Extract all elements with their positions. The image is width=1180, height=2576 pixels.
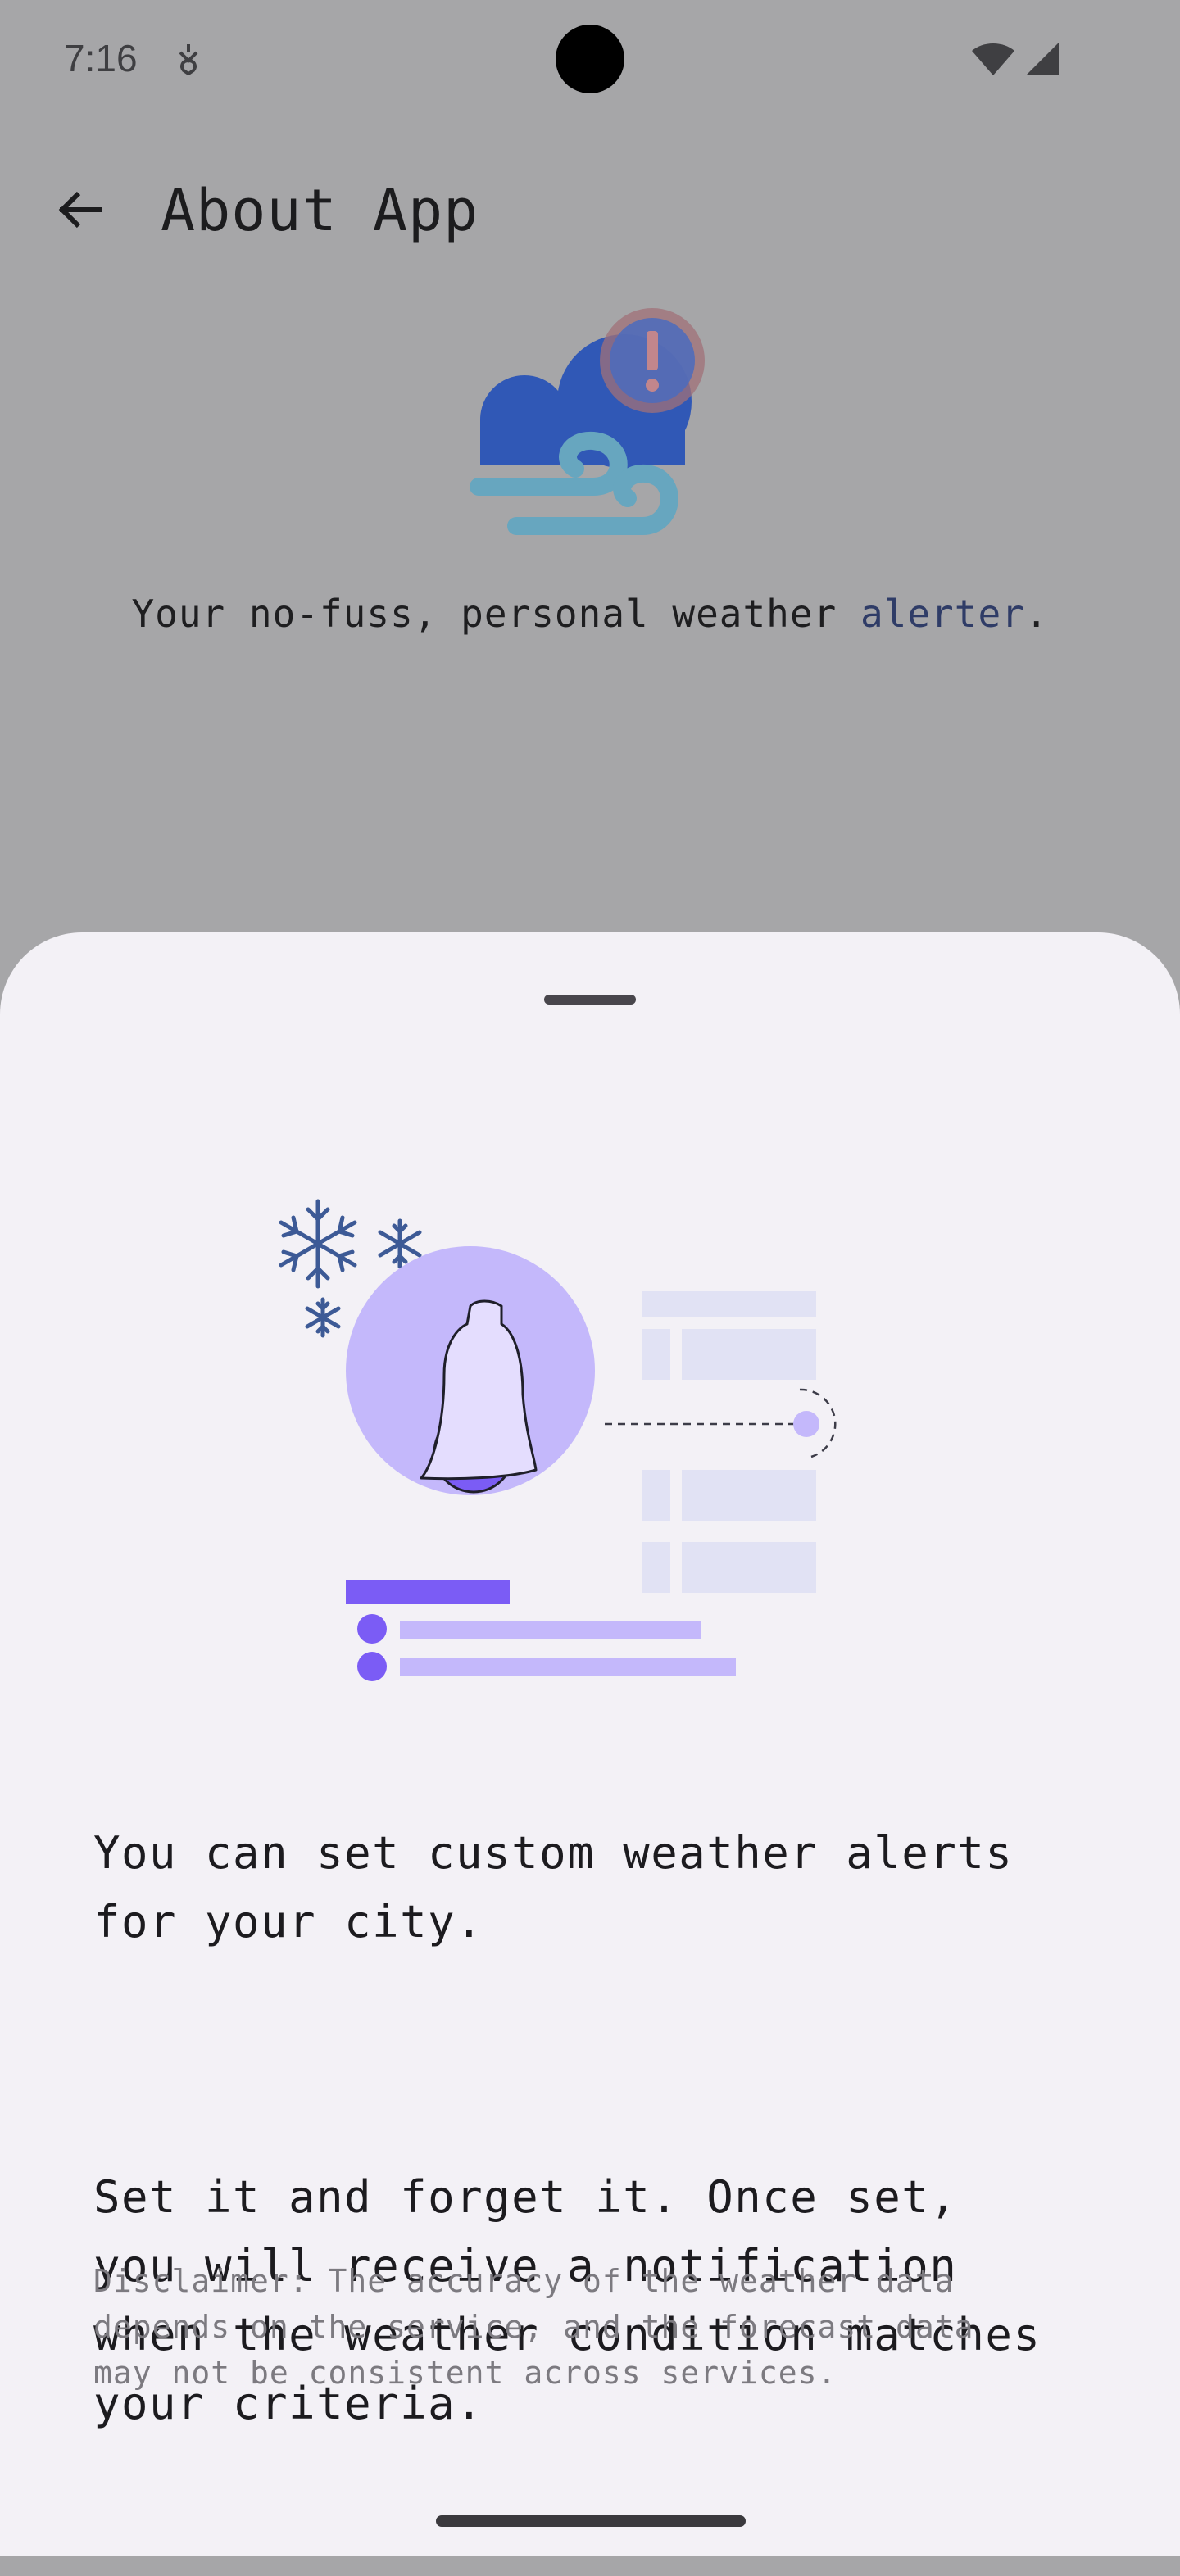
description-paragraph: You can set custom weather alerts for yo…	[93, 1827, 1014, 1948]
bell-alert-illustration	[262, 1113, 852, 1681]
gesture-navigation-bar[interactable]	[436, 2515, 746, 2527]
tagline-accent: alerter	[860, 592, 1025, 636]
arrow-back-icon	[58, 191, 102, 229]
disclaimer-text: Disclaimer: The accuracy of the weather …	[93, 2263, 974, 2391]
app-bar: About App	[0, 156, 1180, 262]
notification-icon	[175, 43, 202, 79]
back-button[interactable]	[41, 170, 120, 249]
drag-handle[interactable]	[544, 995, 636, 1005]
cloud-wind-alert-icon	[470, 297, 716, 546]
signal-icon	[1024, 41, 1060, 80]
tagline-suffix: .	[1024, 592, 1049, 636]
tagline-text: Your no-fuss, personal weather	[131, 592, 860, 636]
feature-description: You can set custom weather alerts for yo…	[93, 1681, 1126, 2576]
bottom-sheet: You can set custom weather alerts for yo…	[0, 932, 1180, 2556]
wifi-icon	[970, 41, 1016, 80]
camera-cutout	[556, 25, 624, 93]
status-time: 7:16	[64, 37, 138, 79]
page-title: About App	[161, 177, 479, 244]
tagline: Your no-fuss, personal weather alerter.	[0, 592, 1180, 636]
status-bar: 7:16	[0, 0, 1180, 118]
